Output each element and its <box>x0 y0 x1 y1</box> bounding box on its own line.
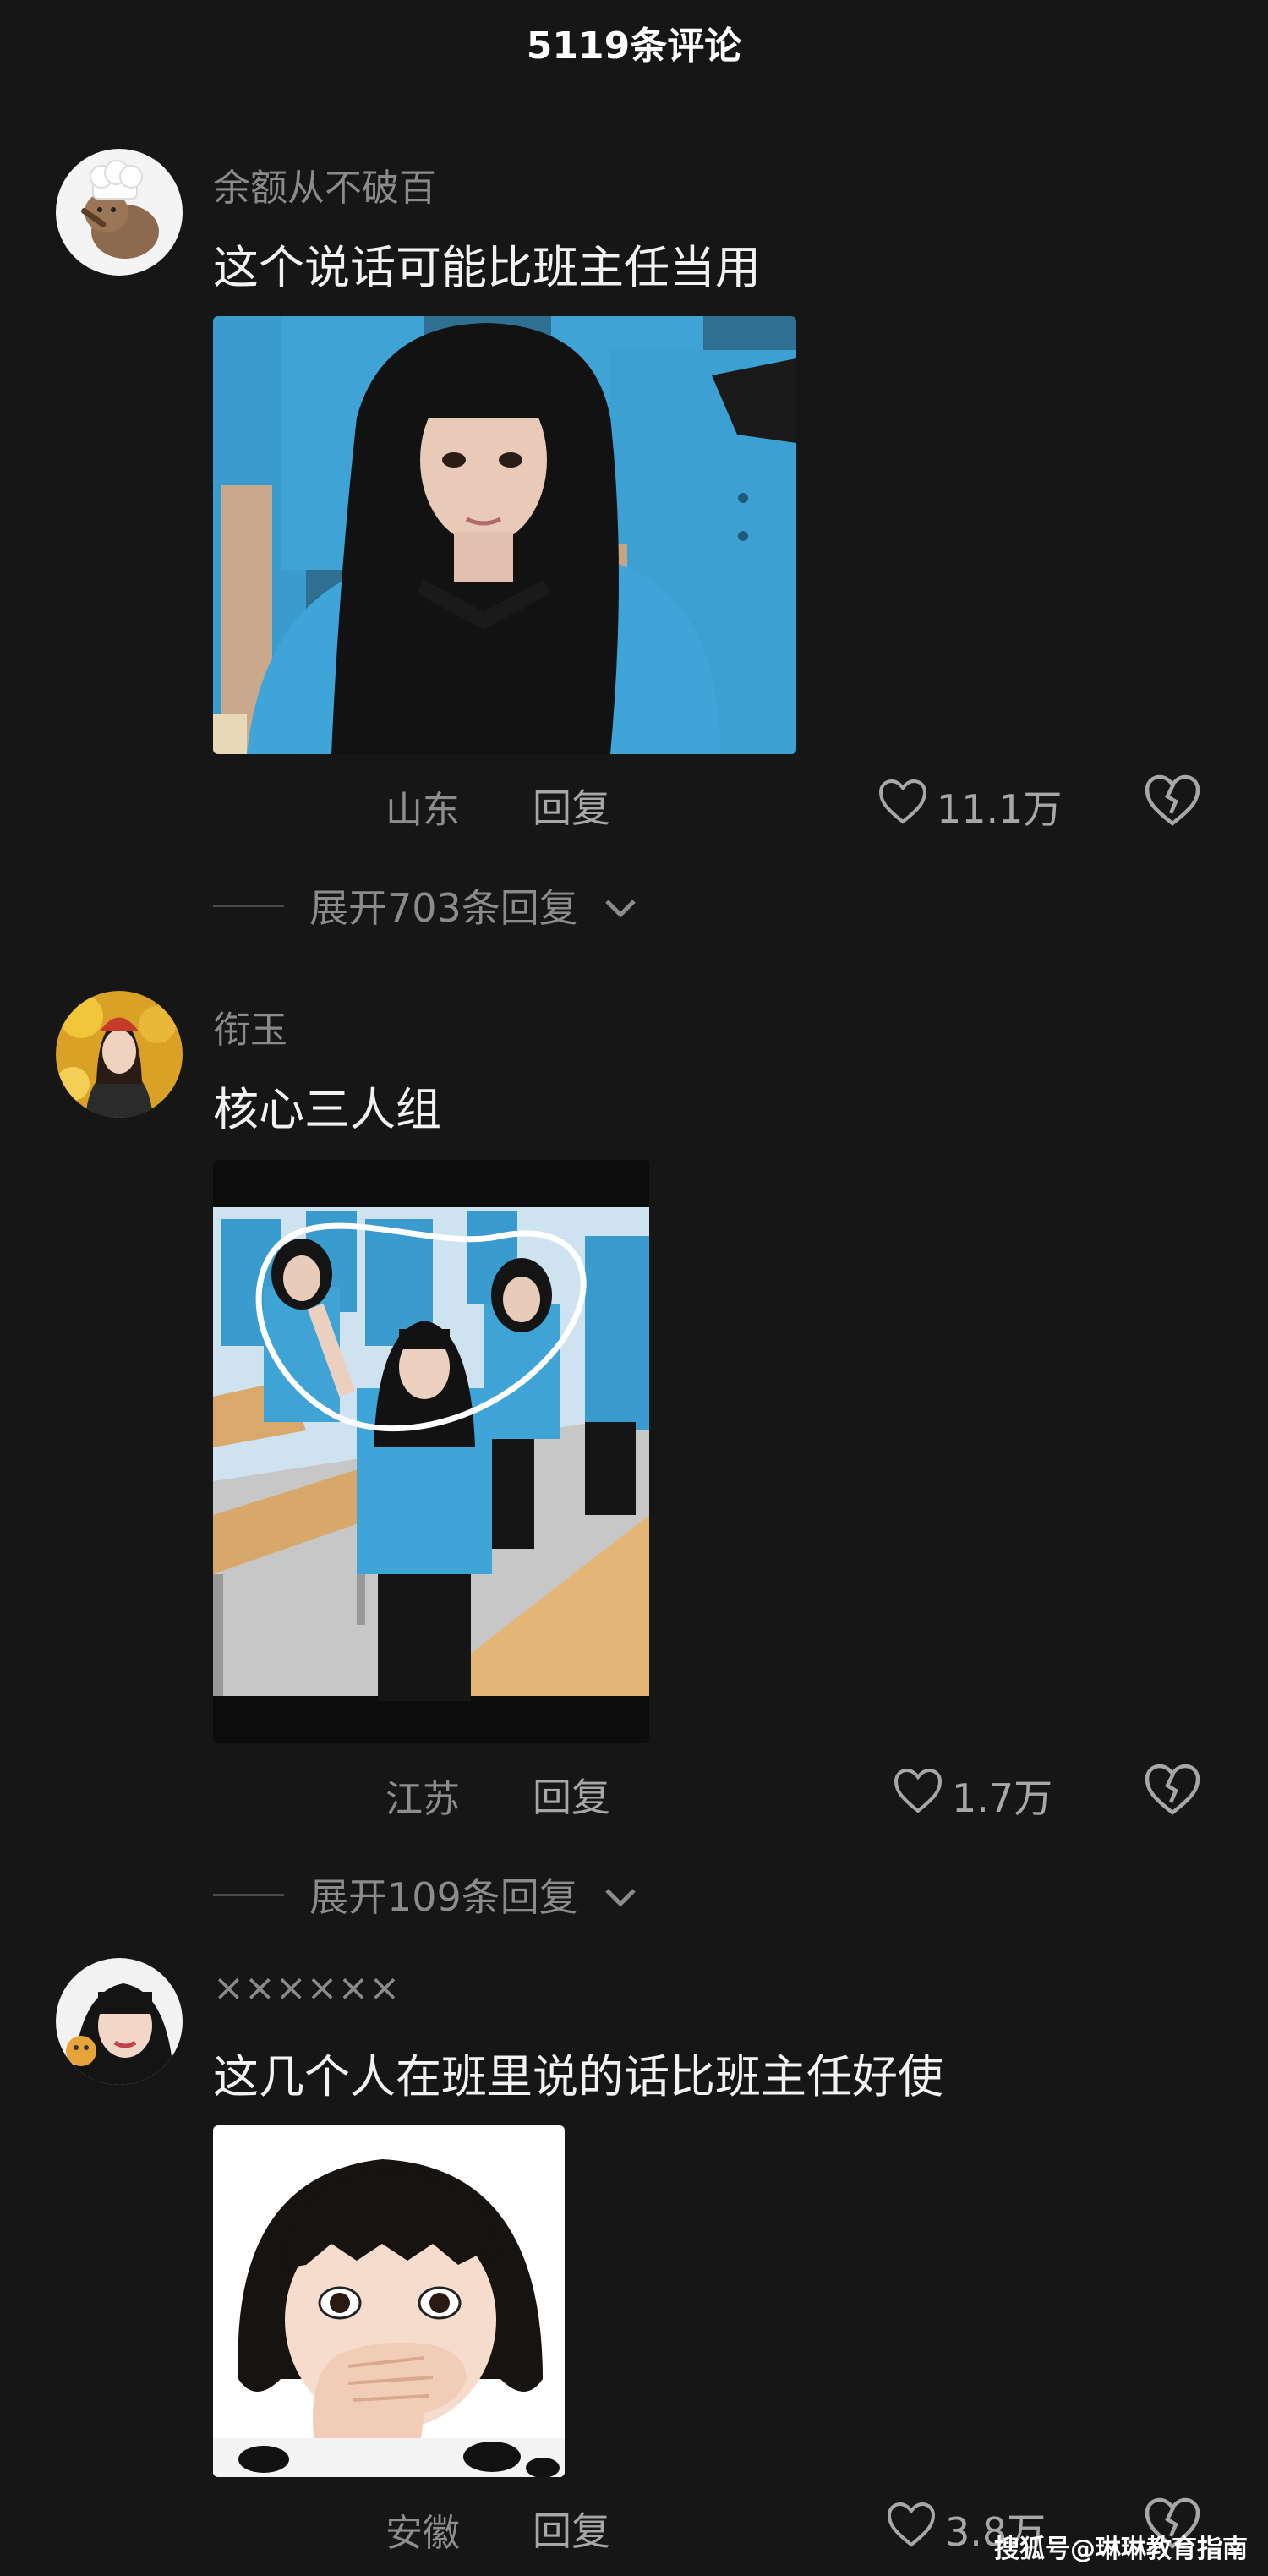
avatar[interactable] <box>56 991 183 1118</box>
comment-username[interactable]: ×××××× <box>213 1966 400 2010</box>
like-count: 1.7万 <box>952 1775 1053 1821</box>
comment-text: 核心三人组 <box>213 1083 441 1136</box>
comment-text: 这个说话可能比班主任当用 <box>213 241 761 294</box>
expand-replies-button[interactable]: 展开703条回复 <box>213 878 637 933</box>
avatar[interactable] <box>56 1958 183 2085</box>
comment-image[interactable] <box>213 316 796 754</box>
comment-image[interactable] <box>213 1160 649 1743</box>
like-count: 11.1万 <box>937 785 1063 832</box>
comment-count-title: 5119条评论 <box>526 25 742 68</box>
expand-replies-button[interactable]: 展开109条回复 <box>213 1867 637 1922</box>
broken-heart-icon <box>1143 774 1202 832</box>
avatar[interactable] <box>56 149 183 276</box>
expand-divider <box>213 904 284 907</box>
expand-replies-label: 展开109条回复 <box>309 1874 578 1920</box>
reply-button[interactable]: 回复 <box>533 1767 610 1823</box>
comment-meta-row: 江苏 回复 1.7万 <box>0 1762 1268 1821</box>
comments-page: 5119条评论 余额从不破百 这个说话可能比班主任当用 山东 回复 11.1万 … <box>0 0 1268 2576</box>
watermark: 搜狐号@琳琳教育指南 <box>994 2535 1248 2564</box>
reply-button[interactable]: 回复 <box>533 2501 610 2557</box>
like-button[interactable]: 11.1万 <box>877 778 1062 834</box>
dislike-button[interactable] <box>1143 773 1202 832</box>
chevron-down-icon <box>604 883 637 928</box>
like-button[interactable]: 1.7万 <box>893 1767 1052 1824</box>
heart-outline-icon <box>893 1767 943 1824</box>
location-label: 山东 <box>385 789 460 832</box>
comment-username[interactable]: 余额从不破百 <box>213 157 436 211</box>
expand-divider <box>213 1893 284 1896</box>
location-label: 江苏 <box>385 1778 460 1821</box>
heart-outline-icon <box>886 2501 937 2557</box>
heart-outline-icon <box>877 778 928 834</box>
comment-image[interactable] <box>213 2125 565 2477</box>
expand-replies-label: 展开703条回复 <box>309 885 578 931</box>
comment-username[interactable]: 衔玉 <box>213 999 287 1053</box>
location-label: 安徽 <box>385 2512 460 2555</box>
chevron-down-icon <box>604 1872 637 1917</box>
dislike-button[interactable] <box>1143 1762 1202 1821</box>
comment-meta-row: 山东 回复 11.1万 <box>0 773 1268 832</box>
comment-text: 这几个人在班里说的话比班主任好使 <box>213 2050 943 2103</box>
broken-heart-icon <box>1143 1764 1202 1821</box>
reply-button[interactable]: 回复 <box>533 778 610 834</box>
